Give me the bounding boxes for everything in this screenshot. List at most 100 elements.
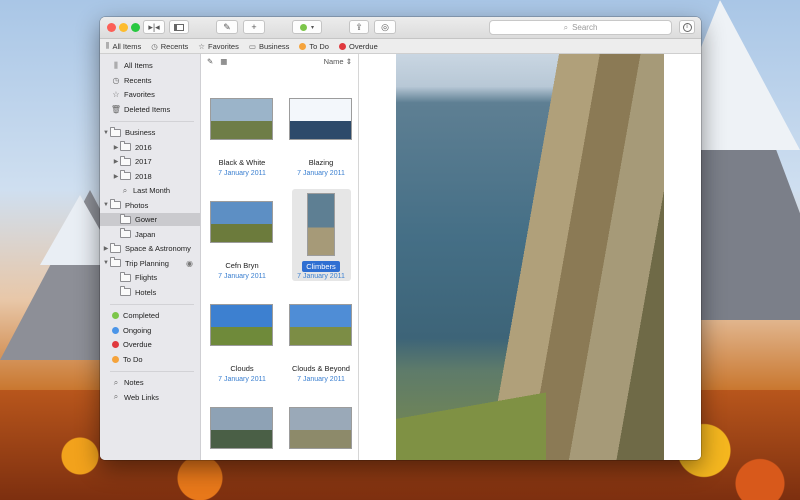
item-thumbnail: [289, 304, 352, 346]
sidebar-item-photos[interactable]: ▼ Photos: [100, 199, 200, 212]
sidebar-item-japan[interactable]: Japan: [100, 228, 200, 241]
favorite-business[interactable]: ▭ Business: [249, 42, 290, 51]
sidebar-item-2017[interactable]: ▶ 2017: [100, 155, 200, 168]
sidebar-item-deleted-items[interactable]: 🗑 Deleted Items: [100, 103, 200, 116]
sidebar-item-flights[interactable]: Flights: [100, 271, 200, 284]
smart-search-icon: ⌕: [113, 377, 119, 387]
favorite-all-items[interactable]: ⫼ All Items: [106, 41, 141, 51]
disclosure-open-icon[interactable]: ▼: [102, 130, 110, 136]
zoom-button[interactable]: [131, 23, 140, 32]
sidebar-tag-completed[interactable]: Completed: [100, 309, 200, 322]
item-title-text: Clouds: [230, 364, 254, 373]
list-item[interactable]: Black & White 7 January 2011: [203, 78, 281, 178]
info-button[interactable]: i: [679, 20, 695, 34]
favorite-recents[interactable]: ◷ Recents: [151, 42, 188, 51]
item-date: 7 January 2011: [297, 170, 345, 177]
sidebar-item-label: All Items: [124, 61, 153, 70]
item-title-text: Climbers: [302, 261, 340, 272]
item-date: 7 January 2011: [218, 170, 266, 177]
tag-menu-button[interactable]: ▾: [292, 20, 322, 34]
list-item[interactable]: Cefn Bryn 7 January 2011: [203, 181, 281, 281]
share-button[interactable]: ⇪: [349, 20, 369, 34]
compose-button[interactable]: ✎: [216, 20, 238, 34]
clock-icon: ◷: [151, 41, 158, 51]
sort-menu[interactable]: Name ⇕: [324, 57, 352, 66]
disclosure-closed-icon[interactable]: ▶: [112, 173, 120, 180]
grid-view-icon[interactable]: ▦: [220, 57, 227, 66]
trash-icon: 🗑: [110, 104, 122, 114]
info-icon: i: [682, 22, 692, 32]
tag-icon: [299, 42, 307, 50]
item-title-text: Black & White: [218, 158, 266, 167]
folder-icon: [110, 257, 121, 267]
sidebar-item-all-items[interactable]: ⫼ All Items: [100, 59, 200, 72]
sidebar-item-favorites[interactable]: ☆ Favorites: [100, 88, 200, 101]
favorite-to-do[interactable]: To Do: [299, 42, 329, 51]
list-item[interactable]: Clouds & Beyond 7 January 2011: [282, 284, 360, 384]
sidebar-item-label: Photos: [125, 200, 149, 210]
sidebar-item-label: Business: [125, 128, 156, 137]
minimize-button[interactable]: [119, 23, 128, 32]
smart-search-icon: ⌕: [113, 392, 119, 401]
item-thumbnail: [289, 98, 352, 140]
tag-color-icon: [112, 355, 119, 363]
item-title: Blazing: [282, 158, 360, 167]
sidebar-icon: [174, 23, 184, 31]
favorite-label: All Items: [112, 41, 142, 51]
sidebar-item-space-astronomy[interactable]: ▶ Space & Astronomy: [100, 242, 200, 255]
list-item[interactable]: Clouds 7 January 2011: [203, 284, 281, 384]
disclosure-closed-icon[interactable]: ▶: [102, 245, 110, 252]
sidebar-item-label: Overdue: [123, 340, 152, 349]
split-view-button[interactable]: ▸|◂: [143, 20, 165, 34]
tag-icon: [338, 42, 346, 50]
clock-icon: ◷: [112, 75, 120, 85]
sidebar-item-trip-planning[interactable]: ▼ Trip Planning ◉: [100, 257, 200, 270]
sidebar-item-hotels[interactable]: Hotels: [100, 286, 200, 299]
sidebar-item-label: Japan: [135, 229, 156, 239]
sidebar-toggle-button[interactable]: [169, 20, 189, 34]
books-icon: ⫼: [106, 41, 110, 50]
close-button[interactable]: [107, 23, 116, 32]
add-button[interactable]: +: [243, 20, 265, 34]
list-item[interactable]: Corner7 January 2011: [282, 387, 360, 460]
sidebar-item-last-month[interactable]: ⌕ Last Month: [100, 184, 200, 197]
search-field[interactable]: ⌕ Search: [489, 20, 672, 35]
disclosure-open-icon[interactable]: ▼: [102, 260, 110, 266]
disclosure-open-icon[interactable]: ▼: [102, 202, 110, 208]
sort-label: Name: [323, 57, 344, 66]
disclosure-closed-icon[interactable]: ▶: [112, 158, 120, 165]
preview-pane: [359, 54, 701, 460]
sidebar-item-recents[interactable]: ◷ Recents: [100, 74, 200, 87]
list-item[interactable]: Climbers 7 January 2011: [282, 181, 360, 281]
edit-icon[interactable]: ✎: [207, 57, 213, 66]
sidebar-separator: [110, 304, 194, 305]
sync-button[interactable]: ◎: [374, 20, 396, 34]
sidebar-item-2018[interactable]: ▶ 2018: [100, 170, 200, 183]
favorite-label: Favorites: [208, 41, 239, 51]
sidebar-item-label: To Do: [123, 354, 143, 364]
sidebar-item-label: 2016: [135, 142, 152, 152]
item-title: Climbers: [282, 261, 360, 272]
sidebar-item-gower[interactable]: Gower: [100, 213, 200, 226]
sidebar-item-label: Recents: [124, 75, 152, 85]
item-thumbnail: [210, 304, 273, 346]
list-item[interactable]: Cloudy7 January 2011: [203, 387, 281, 460]
favorite-overdue[interactable]: Overdue: [338, 42, 378, 51]
star-icon: ☆: [112, 90, 120, 99]
sidebar-tag-ongoing[interactable]: Ongoing: [100, 324, 200, 337]
sidebar-search-notes[interactable]: ⌕ Notes: [100, 376, 200, 389]
list-item[interactable]: Blazing 7 January 2011: [282, 78, 360, 178]
disclosure-closed-icon[interactable]: ▶: [112, 144, 120, 151]
favorite-favorites[interactable]: ☆ Favorites: [198, 42, 239, 51]
sidebar-item-business[interactable]: ▼ Business: [100, 126, 200, 139]
item-thumbnail: [210, 98, 273, 140]
sidebar-tag-to-do[interactable]: To Do: [100, 353, 200, 366]
item-date: 7 January 2011: [218, 273, 266, 280]
favorite-label: Recents: [160, 41, 189, 51]
favorite-label: Business: [258, 41, 290, 51]
favorite-label: To Do: [309, 41, 329, 51]
sidebar-tag-overdue[interactable]: Overdue: [100, 338, 200, 351]
sidebar-item-2016[interactable]: ▶ 2016: [100, 141, 200, 154]
tag-color-icon: [112, 312, 119, 319]
sidebar-search-web-links[interactable]: ⌕ Web Links: [100, 391, 200, 404]
